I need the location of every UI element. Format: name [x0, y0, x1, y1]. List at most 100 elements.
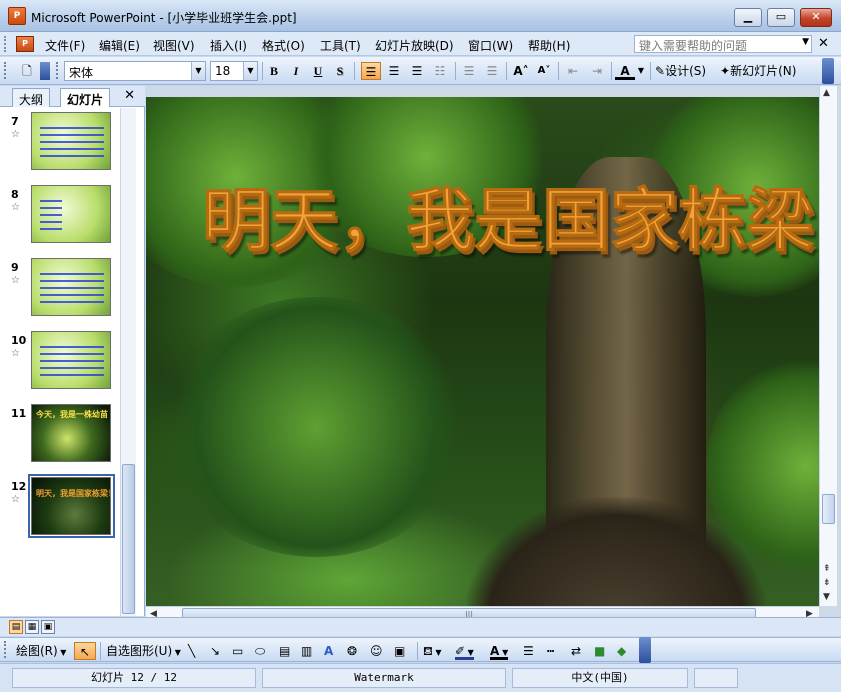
design-button[interactable]: ✎设计(S): [655, 62, 715, 80]
menu-grip[interactable]: [4, 36, 7, 52]
powerpoint-icon[interactable]: P: [8, 7, 26, 25]
toolbar-options-chevron[interactable]: [822, 58, 834, 84]
arrow-style-button[interactable]: ⇄: [571, 642, 581, 660]
scroll-up-icon[interactable]: ▲: [823, 88, 830, 98]
panel-close-icon[interactable]: ✕: [124, 88, 135, 103]
scroll-thumb[interactable]: [122, 464, 135, 614]
arrow-tool[interactable]: ↘: [210, 642, 220, 660]
panel-scrollbar[interactable]: [120, 108, 136, 616]
toolbar-grip-2[interactable]: [56, 62, 59, 79]
scroll-thumb[interactable]: [822, 494, 835, 524]
menu-insert[interactable]: 插入(I): [210, 37, 247, 54]
vertical-textbox-tool[interactable]: ▥: [301, 642, 312, 660]
decrease-font-button[interactable]: A˅: [534, 62, 554, 80]
align-center-button[interactable]: ☰: [384, 62, 404, 80]
3d-style-icon: ◆: [617, 644, 627, 658]
fill-color-button[interactable]: ⛾ ▼: [423, 642, 442, 660]
clipart-tool[interactable]: ☺: [370, 642, 383, 660]
tab-slides[interactable]: 幻灯片: [60, 88, 111, 107]
slide-number: 9: [11, 261, 19, 274]
menu-bar: P 文件(F) 编辑(E) 视图(V) 插入(I) 格式(O) 工具(T) 幻灯…: [0, 32, 841, 56]
italic-button[interactable]: I: [287, 62, 305, 80]
status-bar: 幻灯片 12 / 12 Watermark 中文(中国): [0, 663, 841, 692]
autoshapes-button[interactable]: 自选图形(U) ▼: [106, 642, 181, 660]
slide-title[interactable]: 明天，我是国家栋梁！: [202, 177, 820, 267]
menu-slideshow[interactable]: 幻灯片放映(D): [375, 37, 454, 54]
document-close-icon[interactable]: ✕: [818, 36, 829, 51]
rectangle-tool[interactable]: ▭: [232, 642, 243, 660]
slide-thumbnail[interactable]: 10 ☆: [0, 327, 120, 395]
diagram-tool[interactable]: ❂: [347, 642, 357, 660]
underline-button[interactable]: U: [309, 62, 327, 80]
slide-thumbnail[interactable]: 7 ☆: [0, 108, 120, 176]
increase-indent-icon: ⇥: [591, 64, 603, 78]
tab-outline[interactable]: 大纲: [12, 88, 51, 107]
menu-view[interactable]: 视图(V): [153, 37, 195, 54]
drawbar-options-chevron[interactable]: [639, 637, 651, 663]
font-color-button[interactable]: A: [615, 62, 635, 80]
previous-slide-icon[interactable]: ⇞: [823, 564, 831, 574]
3d-style-button[interactable]: ◆: [617, 642, 626, 660]
oval-tool[interactable]: ⬭: [255, 642, 265, 660]
maximize-button[interactable]: ▭: [767, 8, 795, 27]
line-style-button[interactable]: ☰: [523, 642, 534, 660]
menu-window[interactable]: 窗口(W): [468, 37, 513, 54]
slide-thumbnail[interactable]: 11 今天，我是一株幼苗: [0, 400, 120, 468]
shadow-style-button[interactable]: ■: [594, 642, 605, 660]
slideshow-button[interactable]: ▣: [41, 620, 55, 634]
minimize-button[interactable]: ▁: [734, 8, 762, 27]
font-name-select[interactable]: 宋体 ▼: [64, 61, 206, 81]
picture-tool[interactable]: ▣: [394, 642, 405, 660]
design-icon: ✎: [655, 64, 666, 78]
menu-help[interactable]: 帮助(H): [528, 37, 570, 54]
normal-view-button[interactable]: ▤: [9, 620, 23, 634]
chevron-down-icon[interactable]: ▼: [243, 62, 257, 80]
menu-tools[interactable]: 工具(T): [320, 37, 361, 54]
menu-file[interactable]: 文件(F): [45, 37, 85, 54]
menu-format[interactable]: 格式(O): [262, 37, 305, 54]
slide-sorter-button[interactable]: ▦: [25, 620, 39, 634]
slide-thumbnail[interactable]: 8 ☆: [0, 181, 120, 249]
bold-button[interactable]: B: [265, 62, 283, 80]
document-icon[interactable]: P: [16, 36, 34, 52]
align-right-button[interactable]: ☰: [407, 62, 427, 80]
slide-canvas[interactable]: 明天，我是国家栋梁！: [146, 97, 819, 606]
next-slide-icon[interactable]: ⇟: [823, 578, 831, 588]
textbox-tool[interactable]: ▤: [279, 642, 290, 660]
maximize-icon: ▭: [775, 10, 787, 23]
vertical-scrollbar[interactable]: ▲ ⇞ ⇟ ▼: [819, 86, 837, 606]
arrow-style-icon: ⇄: [571, 644, 582, 658]
decrease-indent-button[interactable]: ⇤: [563, 62, 583, 80]
toolbar-grip[interactable]: [4, 641, 7, 658]
shadow-button[interactable]: S: [331, 62, 349, 80]
chevron-down-icon[interactable]: ▼: [802, 37, 809, 47]
line-color-button[interactable]: ✐ ▼: [455, 642, 474, 660]
dash-style-button[interactable]: ┅: [547, 642, 554, 660]
help-search-input[interactable]: 键入需要帮助的问题 ▼: [634, 35, 812, 53]
numbering-button[interactable]: ☰: [459, 62, 479, 80]
new-slide-button[interactable]: ✦新幻灯片(N): [720, 62, 810, 80]
toolbar-grip[interactable]: [4, 62, 7, 79]
menu-edit[interactable]: 编辑(E): [99, 37, 140, 54]
increase-indent-button[interactable]: ⇥: [587, 62, 607, 80]
toolbar-chevron[interactable]: [40, 62, 50, 80]
scroll-down-icon[interactable]: ▼: [823, 592, 830, 602]
new-document-button[interactable]: 🗋: [16, 62, 38, 80]
line-tool[interactable]: ╲: [188, 642, 195, 660]
slide-thumbnail-selected[interactable]: 12 ☆ 明天，我是国家栋梁！: [0, 473, 120, 541]
close-button[interactable]: ✕: [800, 8, 832, 27]
increase-font-button[interactable]: A˄: [510, 62, 532, 80]
draw-menu-button[interactable]: 绘图(R) ▼: [16, 642, 66, 660]
animation-star-icon: ☆: [11, 348, 20, 359]
chevron-down-icon[interactable]: ▼: [191, 62, 205, 80]
bullets-button[interactable]: ☰: [482, 62, 502, 80]
justify-button[interactable]: ☷: [430, 62, 450, 80]
animation-star-icon: ☆: [11, 129, 20, 140]
wordart-tool[interactable]: A: [324, 642, 333, 660]
font-size-select[interactable]: 18 ▼: [210, 61, 258, 81]
font-color-draw-button[interactable]: A ▼: [490, 642, 509, 660]
font-color-dropdown[interactable]: ▼: [636, 62, 646, 80]
slide-thumbnail[interactable]: 9 ☆: [0, 254, 120, 322]
select-objects-button[interactable]: ↖: [74, 642, 96, 660]
align-left-button[interactable]: ☰: [361, 62, 381, 80]
